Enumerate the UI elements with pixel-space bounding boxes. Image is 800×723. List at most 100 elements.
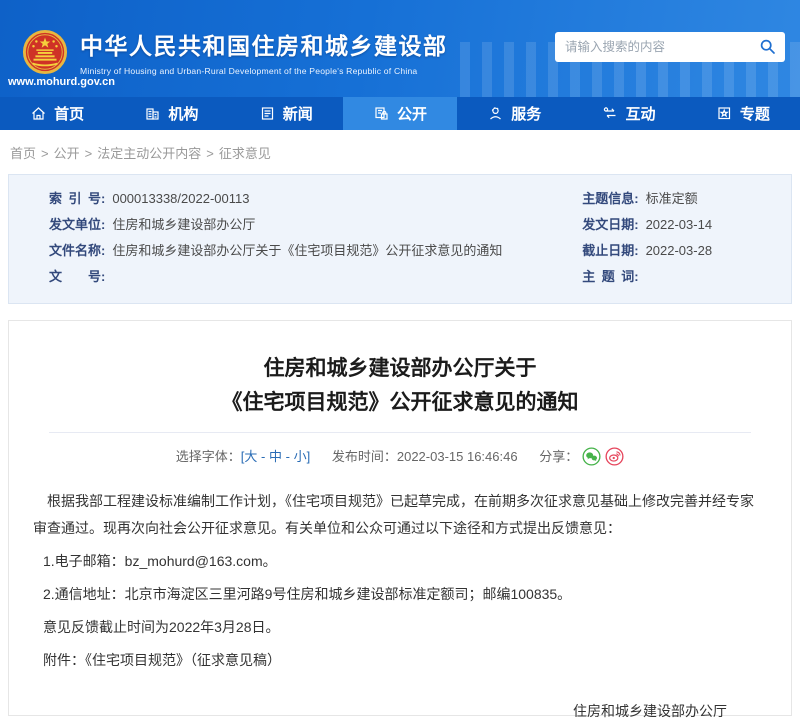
article-paragraph-1: 1.电子邮箱：bz_mohurd@163.com。: [43, 548, 767, 575]
breadcrumb-separator: >: [41, 146, 49, 161]
doc-info-value: 标准定额: [646, 190, 698, 208]
search-bar: [555, 32, 785, 62]
doc-info-colon: :: [101, 216, 105, 234]
topics-star-icon: [716, 105, 733, 122]
nav-item-label: 机构: [168, 103, 198, 124]
wechat-share-icon[interactable]: [582, 447, 601, 466]
publish-time-value: 2022-03-15 16:46:46: [397, 449, 518, 464]
doc-info-row: 主题词:: [582, 268, 791, 286]
nav-item-6[interactable]: 专题: [686, 97, 800, 130]
site-subtitle: Ministry of Housing and Urban-Rural Deve…: [80, 66, 448, 76]
nav-item-4[interactable]: 服务: [457, 97, 571, 130]
nav-item-3[interactable]: 公开: [343, 97, 457, 130]
document-info-right-column: 主题信息:标准定额发文日期:2022-03-14截止日期:2022-03-28主…: [564, 190, 791, 294]
breadcrumb-item-1[interactable]: 公开: [54, 146, 80, 161]
national-emblem: [22, 29, 68, 75]
doc-info-colon: :: [101, 268, 105, 286]
title-divider: [49, 432, 751, 433]
article-box: 住房和城乡建设部办公厅关于 《住宅项目规范》公开征求意见的通知 选择字体：[大 …: [8, 320, 792, 716]
signature-org: 住房和城乡建设部办公厅: [33, 698, 727, 723]
article-paragraph-4[interactable]: 附件：《住宅项目规范》（征求意见稿）: [43, 647, 767, 674]
article-title-line2: 《住宅项目规范》公开征求意见的通知: [33, 386, 767, 420]
doc-info-row: 文号:: [49, 268, 564, 286]
nav-item-label: 服务: [511, 103, 541, 124]
interaction-arrows-icon: [602, 105, 619, 122]
doc-info-value: 2022-03-14: [646, 216, 713, 234]
doc-info-value: 住房和城乡建设部办公厅关于《住宅项目规范》公开征求意见的通知: [112, 242, 502, 260]
article-paragraph-0: 根据我部工程建设标准编制工作计划，《住宅项目规范》已起草完成，在前期多次征求意见…: [33, 488, 767, 542]
publish-time-label: 发布时间：: [332, 449, 397, 464]
doc-info-colon: :: [634, 268, 638, 286]
doc-info-colon: :: [634, 190, 638, 208]
publish-time: 发布时间：2022-03-15 16:46:46: [332, 449, 521, 464]
font-size-option-0[interactable]: 大: [244, 449, 257, 464]
nav-item-label: 公开: [397, 103, 427, 124]
font-size-selector: 选择字体：[大 - 中 - 小]: [176, 449, 314, 464]
doc-info-colon: :: [634, 242, 638, 260]
nav-item-label: 互动: [626, 103, 656, 124]
share-label: 分享：: [539, 449, 578, 464]
signature-block: 住房和城乡建设部办公厅 2022年3月14日: [33, 698, 767, 723]
doc-info-row: 文件名称: 住房和城乡建设部办公厅关于《住宅项目规范》公开征求意见的通知: [49, 242, 564, 260]
nav-item-label: 首页: [54, 103, 84, 124]
font-size-separator: -: [257, 449, 269, 464]
nav-item-5[interactable]: 互动: [571, 97, 685, 130]
doc-info-row: 发文单位: 住房和城乡建设部办公厅: [49, 216, 564, 234]
breadcrumb-item-3[interactable]: 征求意见: [219, 146, 271, 161]
doc-info-label: 主题词: [582, 268, 634, 286]
document-info-left-column: 索引号:000013338/2022-00113发文单位:住房和城乡建设部办公厅…: [9, 190, 564, 294]
article-title-line1: 住房和城乡建设部办公厅关于: [33, 352, 767, 386]
weibo-share-icon[interactable]: [605, 447, 624, 466]
nav-item-label: 新闻: [283, 103, 313, 124]
doc-info-colon: :: [101, 242, 105, 260]
font-size-option-1[interactable]: 中: [269, 449, 282, 464]
doc-info-colon: :: [101, 190, 105, 208]
article-paragraph-3: 意见反馈截止时间为2022年3月28日。: [43, 614, 767, 641]
font-size-option-2[interactable]: 小: [294, 449, 307, 464]
search-icon[interactable]: [759, 38, 777, 56]
article-body: 根据我部工程建设标准编制工作计划，《住宅项目规范》已起草完成，在前期多次征求意见…: [33, 488, 767, 674]
document-info-box: 索引号:000013338/2022-00113发文单位:住房和城乡建设部办公厅…: [8, 174, 792, 304]
service-person-icon: [487, 105, 504, 122]
news-icon: [259, 105, 276, 122]
site-header: 中华人民共和国住房和城乡建设部 Ministry of Housing and …: [0, 0, 800, 97]
site-url: www.mohurd.gov.cn: [8, 76, 115, 88]
nav-item-label: 专题: [740, 103, 770, 124]
organization-icon: [144, 105, 161, 122]
nav-item-2[interactable]: 新闻: [229, 97, 343, 130]
doc-info-label: 索引号: [49, 190, 101, 208]
article-title: 住房和城乡建设部办公厅关于 《住宅项目规范》公开征求意见的通知: [33, 352, 767, 420]
font-size-bracket: ]: [307, 449, 311, 464]
nav-item-0[interactable]: 首页: [0, 97, 114, 130]
doc-info-label: 发文日期: [582, 216, 634, 234]
doc-info-row: 索引号:000013338/2022-00113: [49, 190, 564, 208]
search-input[interactable]: [565, 40, 759, 54]
home-icon: [30, 105, 47, 122]
main-nav: 首页 机构 新闻 公开 服务 互动 专题: [0, 97, 800, 130]
doc-info-row: 截止日期:2022-03-28: [582, 242, 791, 260]
doc-info-row: 主题信息: 标准定额: [582, 190, 791, 208]
doc-info-colon: :: [634, 216, 638, 234]
breadcrumb: 首页 > 公开 > 法定主动公开内容 > 征求意见: [0, 130, 800, 173]
doc-info-label: 文件名称: [49, 242, 101, 260]
breadcrumb-separator: >: [85, 146, 93, 161]
font-size-label: 选择字体：: [176, 449, 241, 464]
breadcrumb-separator: >: [206, 146, 214, 161]
doc-info-label: 截止日期: [582, 242, 634, 260]
share-group: 分享：: [539, 449, 624, 464]
doc-info-row: 发文日期:2022-03-14: [582, 216, 791, 234]
doc-info-value: 000013338/2022-00113: [112, 190, 249, 208]
article-meta-row: 选择字体：[大 - 中 - 小] 发布时间：2022-03-15 16:46:4…: [33, 446, 767, 466]
nav-item-1[interactable]: 机构: [114, 97, 228, 130]
doc-info-value: 住房和城乡建设部办公厅: [112, 216, 255, 234]
breadcrumb-item-0[interactable]: 首页: [10, 146, 36, 161]
doc-info-label: 文号: [49, 268, 101, 286]
font-size-separator: -: [282, 449, 294, 464]
disclosure-lock-icon: [373, 105, 390, 122]
doc-info-value: 2022-03-28: [646, 242, 713, 260]
article-paragraph-2: 2.通信地址：北京市海淀区三里河路9号住房和城乡建设部标准定额司；邮编10083…: [43, 581, 767, 608]
breadcrumb-item-2[interactable]: 法定主动公开内容: [97, 146, 201, 161]
doc-info-label: 发文单位: [49, 216, 101, 234]
site-title: 中华人民共和国住房和城乡建设部: [80, 27, 448, 61]
doc-info-label: 主题信息: [582, 190, 634, 208]
